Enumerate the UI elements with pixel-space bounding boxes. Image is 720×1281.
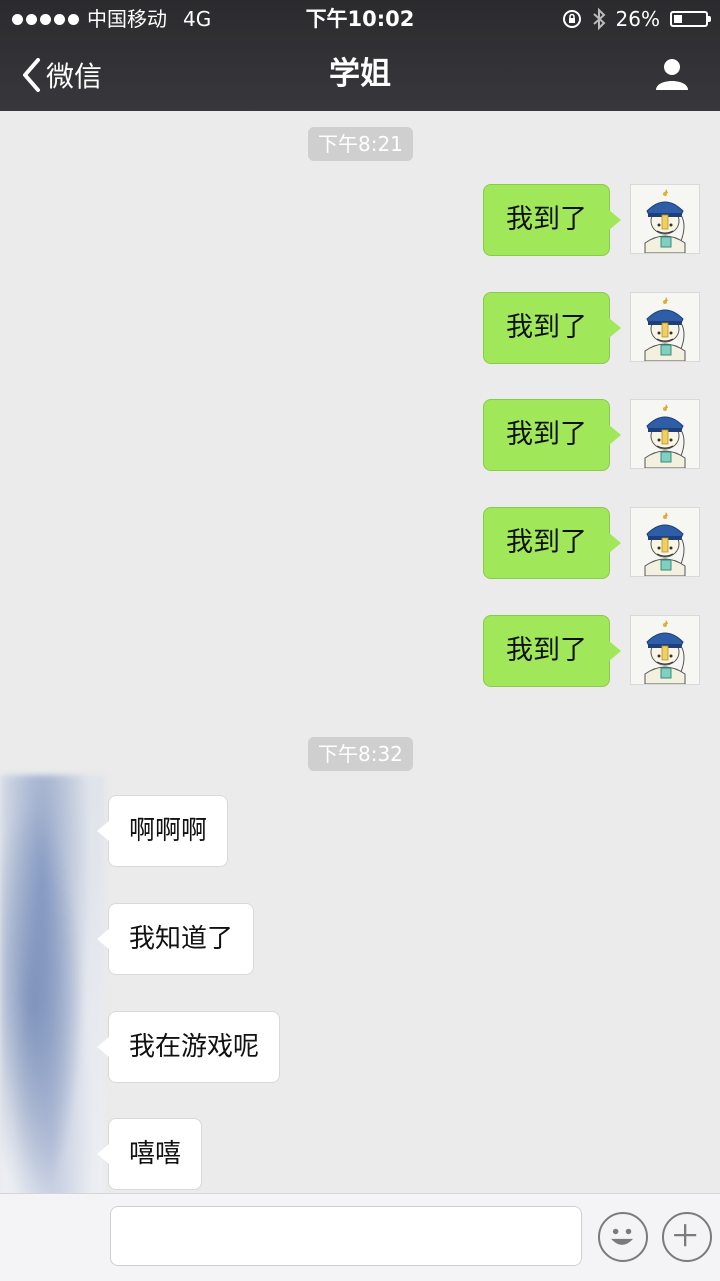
avatar[interactable]: [630, 507, 700, 577]
message-bubble[interactable]: 我到了: [483, 615, 621, 687]
timestamp: 下午8:21: [308, 127, 413, 161]
message-bubble-incoming[interactable]: 啊啊啊: [96, 795, 229, 867]
message-row-outgoing: 我到了: [20, 507, 700, 579]
navigation-bar: 微信 学姐: [0, 38, 720, 111]
top-bar: 中国移动 4G 下午10:02 26% 微信 学姐: [0, 0, 720, 111]
message-row-outgoing: 我到了: [20, 399, 700, 471]
avatar[interactable]: [630, 292, 700, 362]
smiley-icon[interactable]: [598, 1212, 648, 1262]
battery-percent: 26%: [615, 7, 660, 31]
avatar[interactable]: [630, 615, 700, 685]
message-bubble[interactable]: 我到了: [483, 292, 621, 364]
avatar[interactable]: [630, 184, 700, 254]
avatar-image: [631, 185, 699, 253]
avatar-image: [631, 293, 699, 361]
message-row-outgoing: 我到了: [20, 292, 700, 364]
person-icon[interactable]: [654, 56, 690, 92]
rotation-lock-icon: [562, 10, 581, 28]
battery-icon: [670, 11, 711, 27]
avatar-image: [631, 508, 699, 576]
plus-icon[interactable]: [662, 1212, 712, 1262]
bluetooth-icon: [592, 7, 605, 31]
message-bubble[interactable]: 我到了: [483, 507, 621, 579]
message-row-outgoing: 我到了: [20, 184, 700, 256]
message-row-outgoing: 我到了: [20, 615, 700, 687]
avatar-image: [631, 616, 699, 684]
message-bubble-incoming[interactable]: 我知道了: [96, 903, 255, 975]
message-input[interactable]: [110, 1206, 582, 1266]
avatar[interactable]: [630, 399, 700, 469]
message-bubble-incoming[interactable]: 我在游戏呢: [96, 1011, 281, 1083]
avatar-image: [631, 400, 699, 468]
message-bubble[interactable]: 我到了: [483, 399, 621, 471]
input-bar: [0, 1193, 720, 1281]
chat-title: 学姐: [329, 56, 391, 92]
timestamp: 下午8:32: [308, 737, 413, 771]
status-bar: 中国移动 4G 下午10:02 26%: [0, 0, 720, 38]
message-bubble-incoming[interactable]: 嘻嘻: [96, 1118, 203, 1190]
message-bubble[interactable]: 我到了: [483, 184, 621, 256]
